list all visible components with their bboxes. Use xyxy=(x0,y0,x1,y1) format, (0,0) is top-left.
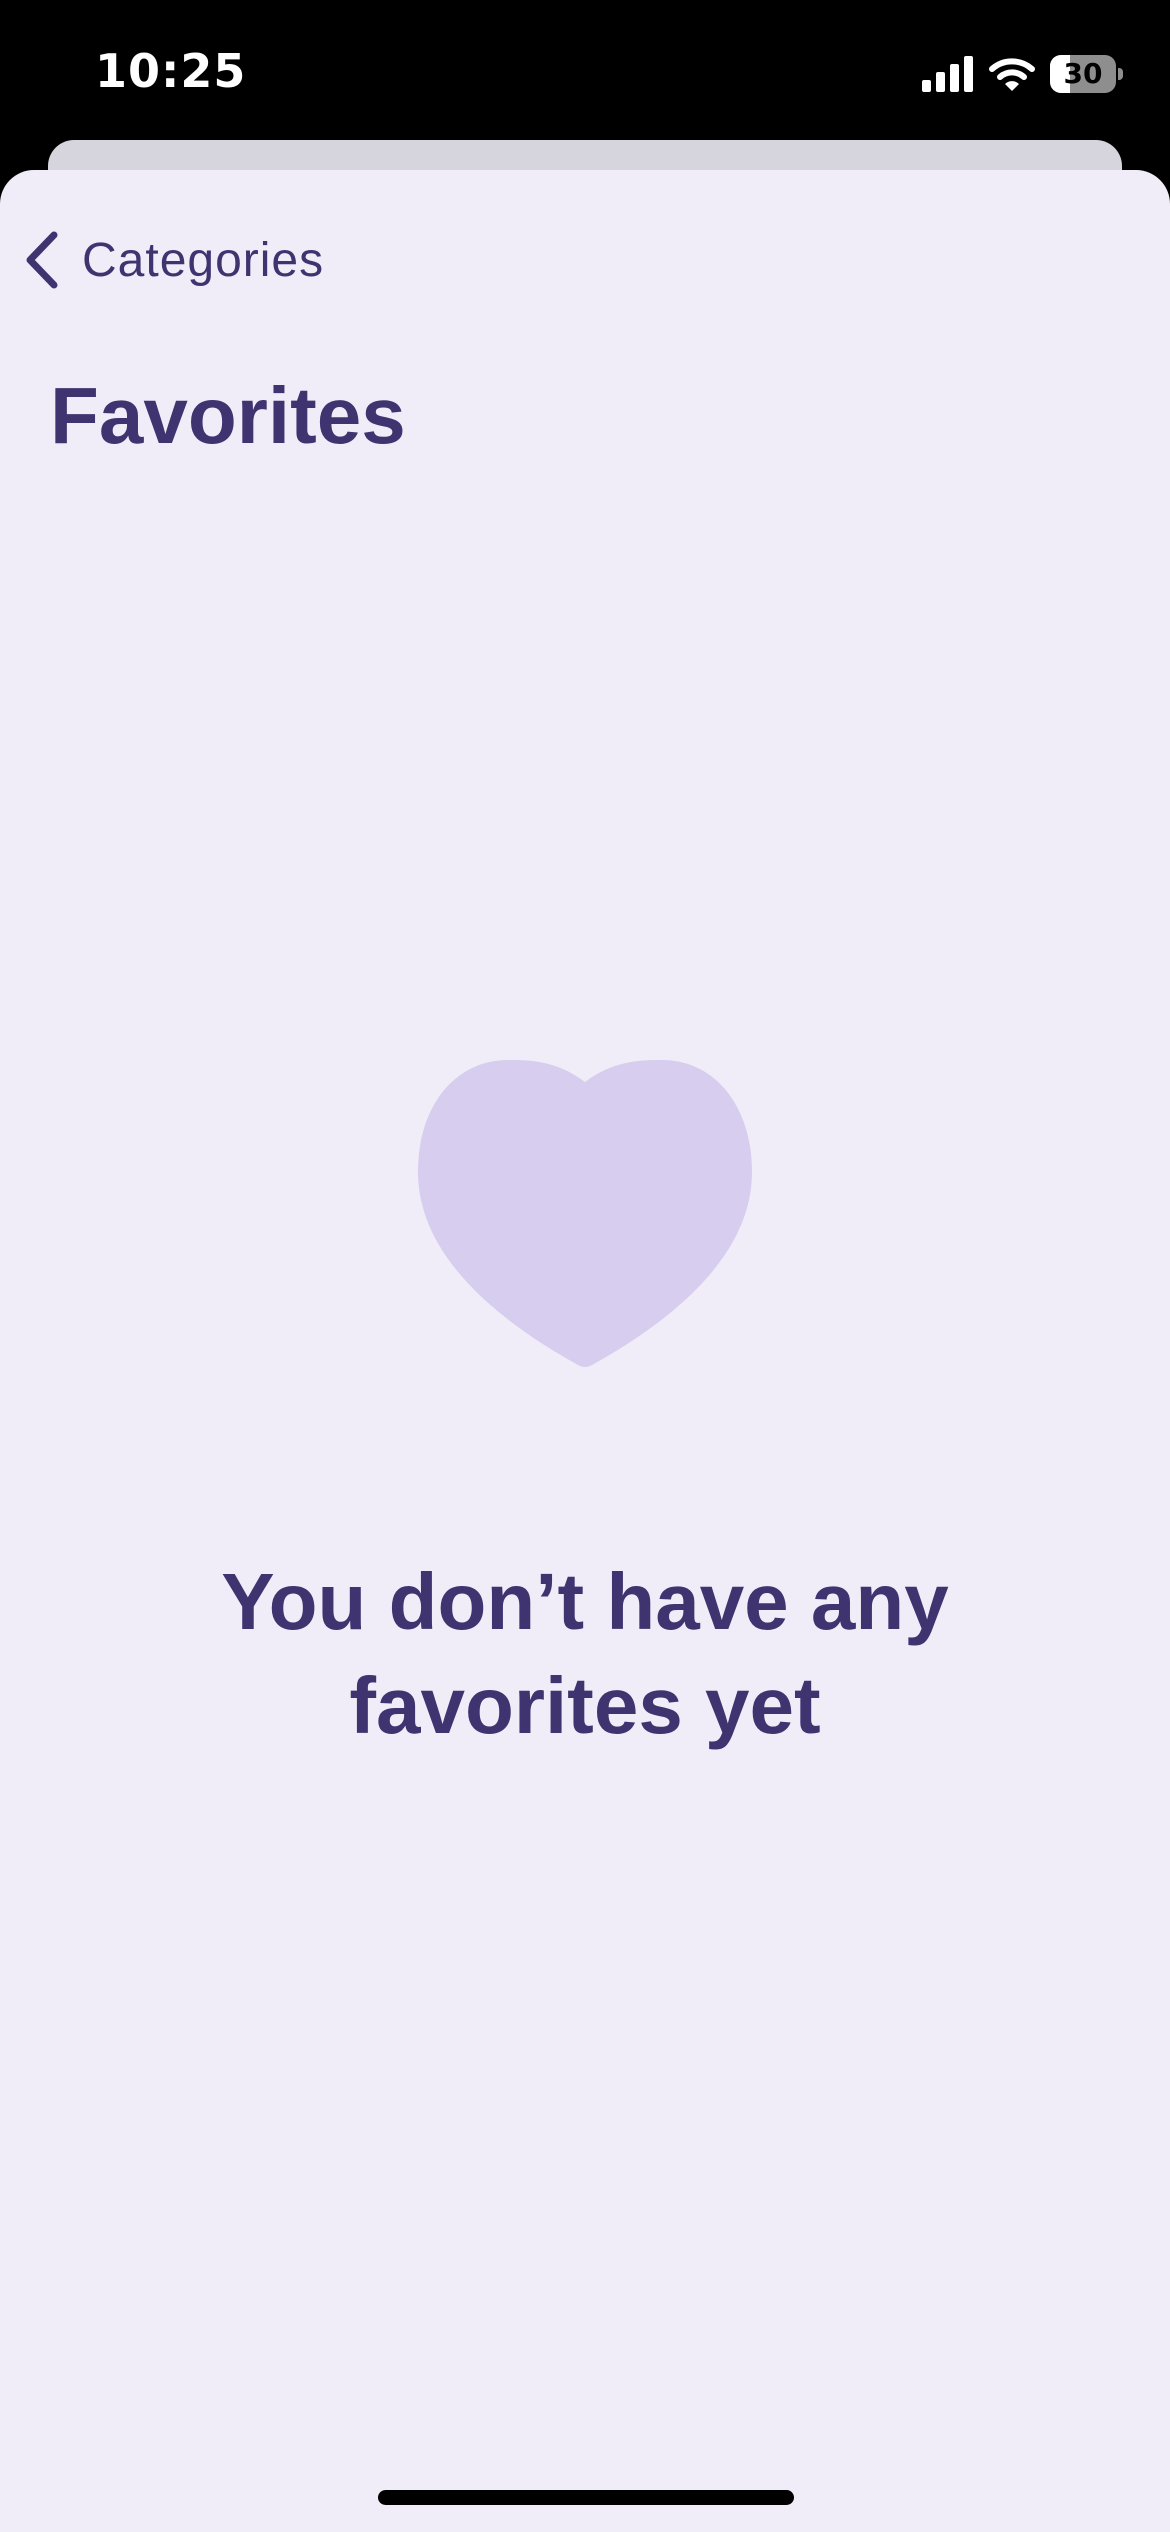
back-button[interactable]: Categories xyxy=(22,220,324,300)
favorites-sheet: Categories Favorites You don’t have any … xyxy=(0,170,1170,2532)
empty-state-message: You don’t have any favorites yet xyxy=(221,1557,949,1750)
status-icons: 30 xyxy=(922,50,1123,98)
battery-level: 30 xyxy=(1063,57,1103,90)
status-time: 10:25 xyxy=(95,44,247,98)
chevron-left-icon xyxy=(26,231,58,289)
battery-icon: 30 xyxy=(1050,55,1123,93)
home-indicator[interactable] xyxy=(378,2490,794,2505)
wifi-icon xyxy=(989,58,1035,91)
back-button-label: Categories xyxy=(82,233,325,287)
page-title: Favorites xyxy=(50,371,406,460)
cellular-signal-icon xyxy=(922,56,973,92)
status-bar: 10:25 30 xyxy=(0,0,1170,140)
heart-icon xyxy=(418,1060,752,1367)
